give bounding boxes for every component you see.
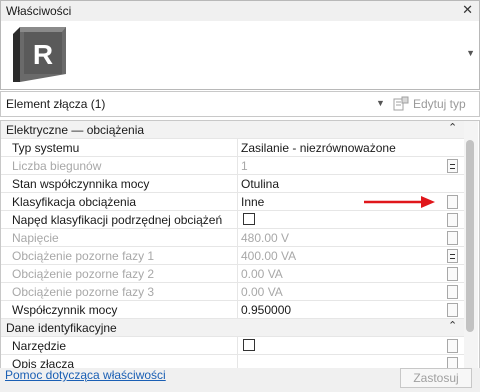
footer-bar: Pomoc dotycząca właściwości Zastosuj (0, 368, 480, 392)
edit-type-button[interactable]: Edytuj typ (393, 95, 466, 113)
type-selector[interactable]: R ▼ (0, 21, 480, 90)
column-divider (237, 211, 238, 228)
associate-parameter-button[interactable] (447, 339, 458, 353)
apply-button[interactable]: Zastosuj (400, 368, 472, 388)
property-row: Liczba biegunów 1 (1, 157, 464, 175)
group-title: Elektryczne — obciążenia (6, 123, 145, 137)
edit-type-label: Edytuj typ (413, 97, 466, 111)
group-title: Dane identyfikacyjne (6, 321, 117, 335)
close-icon[interactable]: ✕ (462, 2, 473, 18)
property-value[interactable]: 0.950000 (241, 303, 291, 317)
property-name: Napęd klasyfikacji podrzędnej obciążeń (12, 213, 223, 227)
column-divider (237, 265, 238, 282)
associate-parameter-button[interactable] (447, 303, 458, 317)
property-name: Obciążenie pozorne fazy 3 (12, 285, 155, 299)
column-divider (237, 139, 238, 156)
associate-parameter-icon[interactable] (447, 159, 458, 173)
property-name: Stan współczynnika mocy (12, 177, 150, 191)
property-value: 1 (241, 159, 248, 173)
vertical-scrollbar[interactable] (464, 121, 478, 369)
property-row: Obciążenie pozorne fazy 2 0.00 VA (1, 265, 464, 283)
property-value: 400.00 VA (241, 249, 297, 263)
column-divider (237, 175, 238, 192)
property-row: Obciążenie pozorne fazy 3 0.00 VA (1, 283, 464, 301)
type-dropdown-icon[interactable]: ▼ (466, 48, 475, 58)
property-row: Napięcie 480.00 V (1, 229, 464, 247)
property-name: Narzędzie (12, 339, 67, 353)
property-checkbox[interactable] (243, 213, 255, 225)
column-divider (237, 301, 238, 318)
column-divider (237, 283, 238, 300)
property-row: Typ systemu Zasilanie - niezrównoważone (1, 139, 464, 157)
property-value: 0.00 VA (241, 285, 283, 299)
red-arrow-icon (364, 196, 435, 208)
element-filter[interactable]: Element złącza (1) ▼ Edytuj typ (0, 91, 480, 117)
property-value[interactable]: Inne (241, 195, 264, 209)
revit-logo-icon: R (13, 27, 66, 82)
property-name: Typ systemu (12, 141, 80, 155)
element-filter-label: Element złącza (1) (6, 97, 106, 111)
scrollbar-thumb[interactable] (466, 140, 474, 332)
property-row: Narzędzie (1, 337, 464, 355)
property-value: 0.00 VA (241, 267, 283, 281)
associate-parameter-button[interactable] (447, 285, 458, 299)
column-divider (237, 157, 238, 174)
collapse-icon[interactable]: ⌃ (448, 121, 457, 134)
window-title: Właściwości (6, 4, 72, 18)
group-header-electrical-loads[interactable]: Elektryczne — obciążenia ⌃ (1, 121, 464, 139)
property-checkbox[interactable] (243, 339, 255, 351)
property-name: Współczynnik mocy (12, 303, 118, 317)
chevron-down-icon[interactable]: ▼ (376, 98, 385, 108)
collapse-icon[interactable]: ⌃ (448, 319, 457, 332)
property-value: 480.00 V (241, 231, 290, 245)
property-name: Napięcie (12, 231, 59, 245)
property-row: Współczynnik mocy 0.950000 (1, 301, 464, 319)
properties-help-link[interactable]: Pomoc dotycząca właściwości (5, 368, 166, 382)
property-name: Klasyfikacja obciążenia (12, 195, 137, 209)
property-name: Obciążenie pozorne fazy 1 (12, 249, 155, 263)
logo-letter: R (33, 39, 53, 70)
property-name: Obciążenie pozorne fazy 2 (12, 267, 155, 281)
property-row: Obciążenie pozorne fazy 1 400.00 VA (1, 247, 464, 265)
group-header-identity-data[interactable]: Dane identyfikacyjne ⌃ (1, 319, 464, 337)
property-value[interactable]: Otulina (241, 177, 279, 191)
property-row: Napęd klasyfikacji podrzędnej obciążeń (1, 211, 464, 229)
edit-type-icon (393, 96, 409, 111)
associate-parameter-button[interactable] (447, 195, 458, 209)
property-name: Liczba biegunów (12, 159, 102, 173)
associate-parameter-icon[interactable] (447, 249, 458, 263)
column-divider (237, 193, 238, 210)
associate-parameter-button[interactable] (447, 231, 458, 245)
column-divider (237, 247, 238, 264)
property-row: Stan współczynnika mocy Otulina (1, 175, 464, 193)
column-divider (237, 337, 238, 354)
properties-title-bar: Właściwości ✕ (0, 0, 480, 22)
associate-parameter-button[interactable] (447, 213, 458, 227)
column-divider (237, 229, 238, 246)
properties-grid: Elektryczne — obciążenia ⌃ Typ systemu Z… (0, 120, 480, 370)
property-value[interactable]: Zasilanie - niezrównoważone (241, 141, 396, 155)
associate-parameter-button[interactable] (447, 267, 458, 281)
